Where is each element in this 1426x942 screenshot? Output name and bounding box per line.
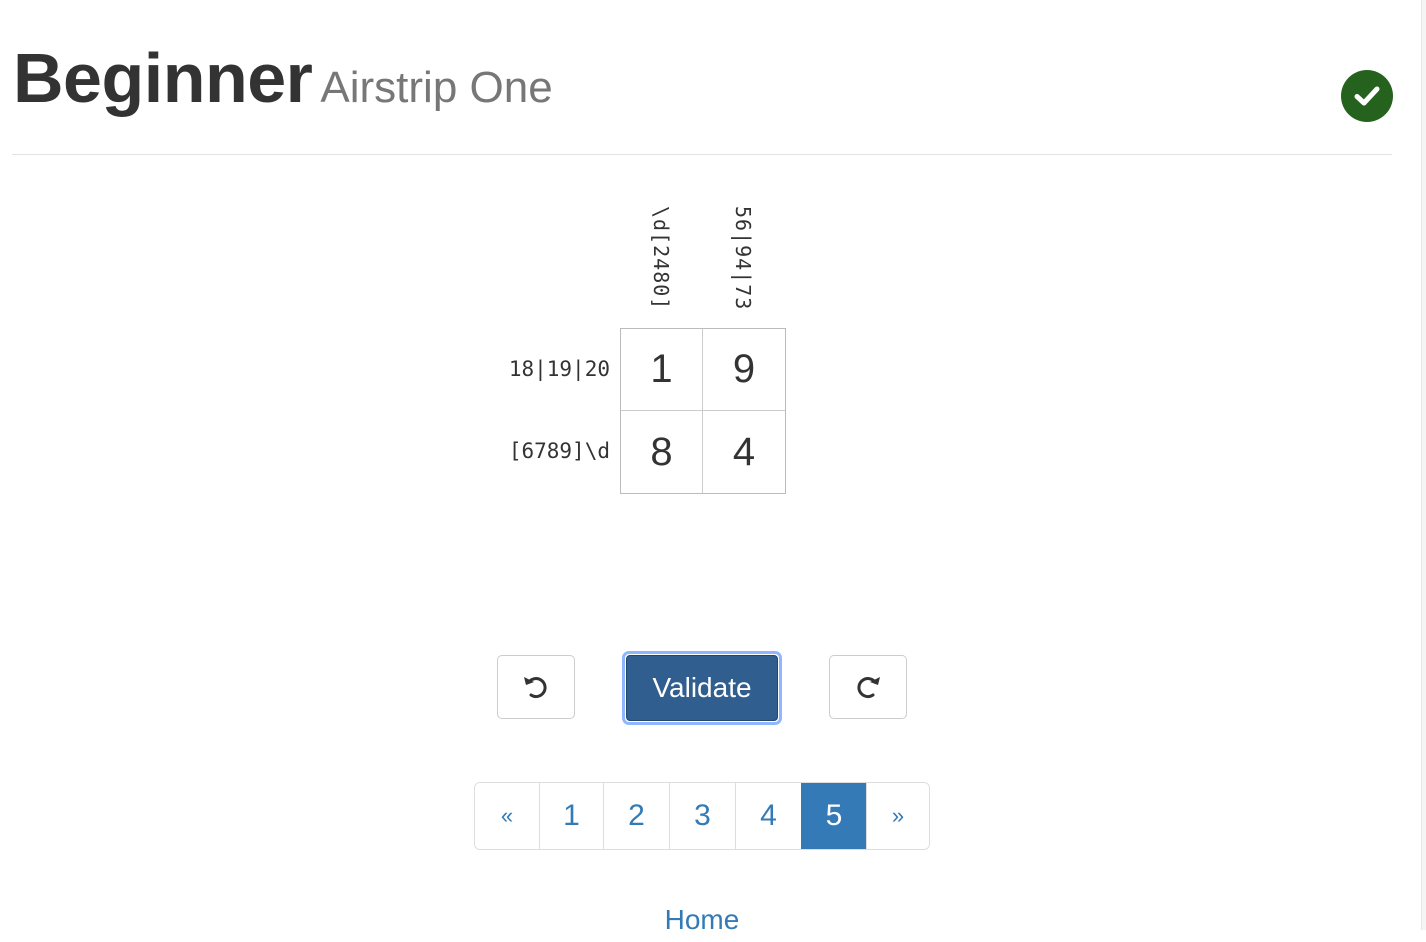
grid-cell-r1-c1[interactable]: 1 (621, 329, 703, 411)
row-clue-2: [6789]\d (508, 439, 610, 463)
home-link[interactable]: Home (600, 898, 804, 942)
pagination-prev[interactable]: « (475, 783, 539, 849)
undo-button[interactable] (497, 655, 575, 719)
page-title: Beginner Airstrip One (13, 38, 553, 128)
undo-icon (524, 677, 547, 699)
validate-button[interactable]: Validate (622, 651, 782, 725)
redo-icon (857, 677, 880, 699)
page-header: Beginner Airstrip One (0, 0, 1426, 160)
column-clue-2: 56|94|73 (702, 206, 784, 320)
puzzle-grid: 1 9 8 4 (620, 328, 786, 494)
row-clue-1: 18|19|20 (508, 357, 610, 381)
column-clue-1-text: \d[2480] (649, 206, 673, 311)
puzzle-level-title: Beginner (13, 39, 313, 117)
pagination: « 1 2 3 4 5 » (474, 782, 930, 850)
pagination-next[interactable]: » (866, 783, 929, 849)
puzzle-name-subtitle: Airstrip One (320, 63, 553, 112)
pagination-page-5-current[interactable]: 5 (801, 783, 866, 849)
solved-status-badge (1341, 70, 1393, 122)
pagination-page-4[interactable]: 4 (735, 783, 801, 849)
pagination-page-2[interactable]: 2 (603, 783, 669, 849)
grid-cell-r2-c1[interactable]: 8 (621, 411, 703, 493)
column-clue-1: \d[2480] (620, 206, 702, 320)
redo-button[interactable] (829, 655, 907, 719)
grid-cell-r2-c2[interactable]: 4 (703, 411, 785, 493)
check-icon (1354, 86, 1380, 106)
grid-cell-r1-c2[interactable]: 9 (703, 329, 785, 411)
column-clue-2-text: 56|94|73 (731, 206, 755, 311)
validate-button-label: Validate (626, 655, 778, 721)
header-divider (12, 154, 1392, 155)
pagination-page-1[interactable]: 1 (539, 783, 603, 849)
window-scrollbar[interactable] (1421, 0, 1426, 930)
pagination-page-3[interactable]: 3 (669, 783, 735, 849)
